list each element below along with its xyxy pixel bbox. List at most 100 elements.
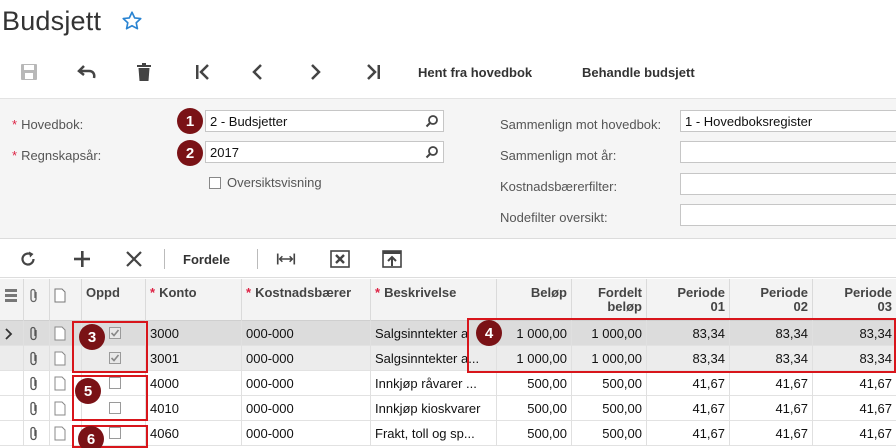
description-cell[interactable]: Frakt, toll og sp...	[371, 421, 497, 446]
ledger-label: * Hovedbok:	[12, 117, 84, 132]
amount-header[interactable]: Beløp	[497, 279, 572, 321]
row-selector[interactable]	[0, 321, 24, 346]
period-02-cell[interactable]: 41,67	[730, 371, 813, 396]
delete-icon[interactable]	[134, 62, 154, 82]
attachment-cell[interactable]	[24, 396, 50, 421]
attachment-cell[interactable]	[24, 346, 50, 371]
previous-record-icon[interactable]	[248, 62, 268, 82]
period-01-cell[interactable]: 41,67	[647, 421, 730, 446]
account-header[interactable]: * Konto	[146, 279, 242, 321]
overview-checkbox[interactable]	[209, 177, 221, 189]
document-icon	[54, 288, 66, 303]
fiscal-year-input[interactable]: 2017	[205, 141, 444, 163]
period-03-cell[interactable]: 41,67	[813, 396, 896, 421]
period-03-cell[interactable]: 41,67	[813, 371, 896, 396]
export-excel-icon[interactable]	[330, 249, 350, 269]
favorite-star-icon[interactable]	[121, 10, 143, 32]
attachment-cell[interactable]	[24, 421, 50, 446]
document-icon	[54, 401, 66, 416]
highlight-box-4	[467, 318, 896, 373]
cost-carrier-filter-input[interactable]	[680, 173, 896, 195]
callout-marker-4: 4	[476, 320, 502, 346]
amount-cell[interactable]: 500,00	[497, 421, 572, 446]
compare-ledger-value: 1 - Hovedboksregister	[685, 114, 813, 129]
period-03-header[interactable]: Periode 03	[813, 279, 896, 321]
next-record-icon[interactable]	[305, 62, 325, 82]
compare-ledger-input[interactable]: 1 - Hovedboksregister	[680, 110, 896, 132]
row-selector-header[interactable]	[0, 279, 24, 321]
cost-carrier-cell[interactable]: 000-000	[242, 346, 371, 371]
cost-carrier-header[interactable]: * Kostnadsbærer	[242, 279, 371, 321]
fiscal-year-search-icon[interactable]	[425, 145, 439, 159]
row-selector[interactable]	[0, 371, 24, 396]
distributed-amount-cell[interactable]: 500,00	[572, 396, 647, 421]
account-cell[interactable]: 3001	[146, 346, 242, 371]
account-cell[interactable]: 4000	[146, 371, 242, 396]
toolbar-separator	[257, 249, 258, 269]
ledger-search-icon[interactable]	[425, 114, 439, 128]
account-cell[interactable]: 4010	[146, 396, 242, 421]
save-icon[interactable]	[19, 62, 39, 82]
attachment-cell[interactable]	[24, 321, 50, 346]
note-header[interactable]	[50, 279, 82, 321]
cost-carrier-cell[interactable]: 000-000	[242, 421, 371, 446]
period-03-cell[interactable]: 41,67	[813, 421, 896, 446]
cost-carrier-cell[interactable]: 000-000	[242, 321, 371, 346]
row-selector[interactable]	[0, 396, 24, 421]
add-row-icon[interactable]	[72, 249, 92, 269]
description-cell[interactable]: Innkjøp råvarer ...	[371, 371, 497, 396]
distributed-amount-cell[interactable]: 500,00	[572, 371, 647, 396]
amount-cell[interactable]: 500,00	[497, 396, 572, 421]
upload-icon[interactable]	[382, 249, 402, 269]
toolbar-separator	[164, 249, 165, 269]
row-selector[interactable]	[0, 346, 24, 371]
process-budget-button[interactable]: Behandle budsjett	[582, 65, 695, 80]
node-filter-input[interactable]	[680, 204, 896, 226]
paperclip-icon	[30, 376, 37, 391]
row-selector[interactable]	[0, 421, 24, 446]
period-02-cell[interactable]: 41,67	[730, 421, 813, 446]
description-header[interactable]: * Beskrivelse	[371, 279, 497, 321]
attachment-cell[interactable]	[24, 371, 50, 396]
compare-year-input[interactable]	[680, 141, 896, 163]
ledger-value: 2 - Budsjetter	[210, 114, 288, 129]
fiscal-year-value: 2017	[210, 145, 239, 160]
period-01-cell[interactable]: 41,67	[647, 396, 730, 421]
main-toolbar: Hent fra hovedbok Behandle budsjett	[0, 50, 896, 94]
cost-carrier-cell[interactable]: 000-000	[242, 371, 371, 396]
period-01-header[interactable]: Periode 01	[647, 279, 730, 321]
fetch-from-ledger-button[interactable]: Hent fra hovedbok	[418, 65, 532, 80]
fit-columns-icon[interactable]	[276, 249, 296, 269]
period-02-header[interactable]: Periode 02	[730, 279, 813, 321]
ledger-input[interactable]: 2 - Budsjetter	[205, 110, 444, 132]
paperclip-icon	[30, 401, 37, 416]
distribute-button[interactable]: Fordele	[183, 252, 230, 267]
account-cell[interactable]: 3000	[146, 321, 242, 346]
oppd-header[interactable]: Oppd	[82, 279, 146, 321]
first-record-icon[interactable]	[193, 62, 213, 82]
description-cell[interactable]: Innkjøp kioskvarer	[371, 396, 497, 421]
period-01-cell[interactable]: 41,67	[647, 371, 730, 396]
period-02-cell[interactable]: 41,67	[730, 396, 813, 421]
callout-marker-2: 2	[177, 140, 203, 166]
budget-grid: Oppd * Konto * Kostnadsbærer * Beskrivelse …	[0, 279, 896, 448]
overview-label: Oversiktsvisning	[227, 175, 322, 190]
cost-carrier-cell[interactable]: 000-000	[242, 396, 371, 421]
cost-carrier-filter-label: Kostnadsbærerfilter:	[500, 179, 618, 194]
document-icon	[54, 326, 66, 341]
callout-marker-1: 1	[177, 108, 203, 134]
refresh-icon[interactable]	[18, 249, 38, 269]
attachment-header[interactable]	[24, 279, 50, 321]
document-icon	[54, 426, 66, 441]
account-cell[interactable]: 4060	[146, 421, 242, 446]
paperclip-icon	[30, 351, 37, 366]
distributed-amount-header[interactable]: Fordelt beløp	[572, 279, 647, 321]
distributed-amount-cell[interactable]: 500,00	[572, 421, 647, 446]
undo-icon[interactable]	[77, 62, 97, 82]
last-record-icon[interactable]	[363, 62, 383, 82]
delete-row-icon[interactable]	[124, 249, 144, 269]
callout-marker-6: 6	[78, 426, 104, 448]
amount-cell[interactable]: 500,00	[497, 371, 572, 396]
grid-header: Oppd * Konto * Kostnadsbærer * Beskrivelse …	[0, 279, 896, 321]
paperclip-icon	[30, 326, 37, 341]
